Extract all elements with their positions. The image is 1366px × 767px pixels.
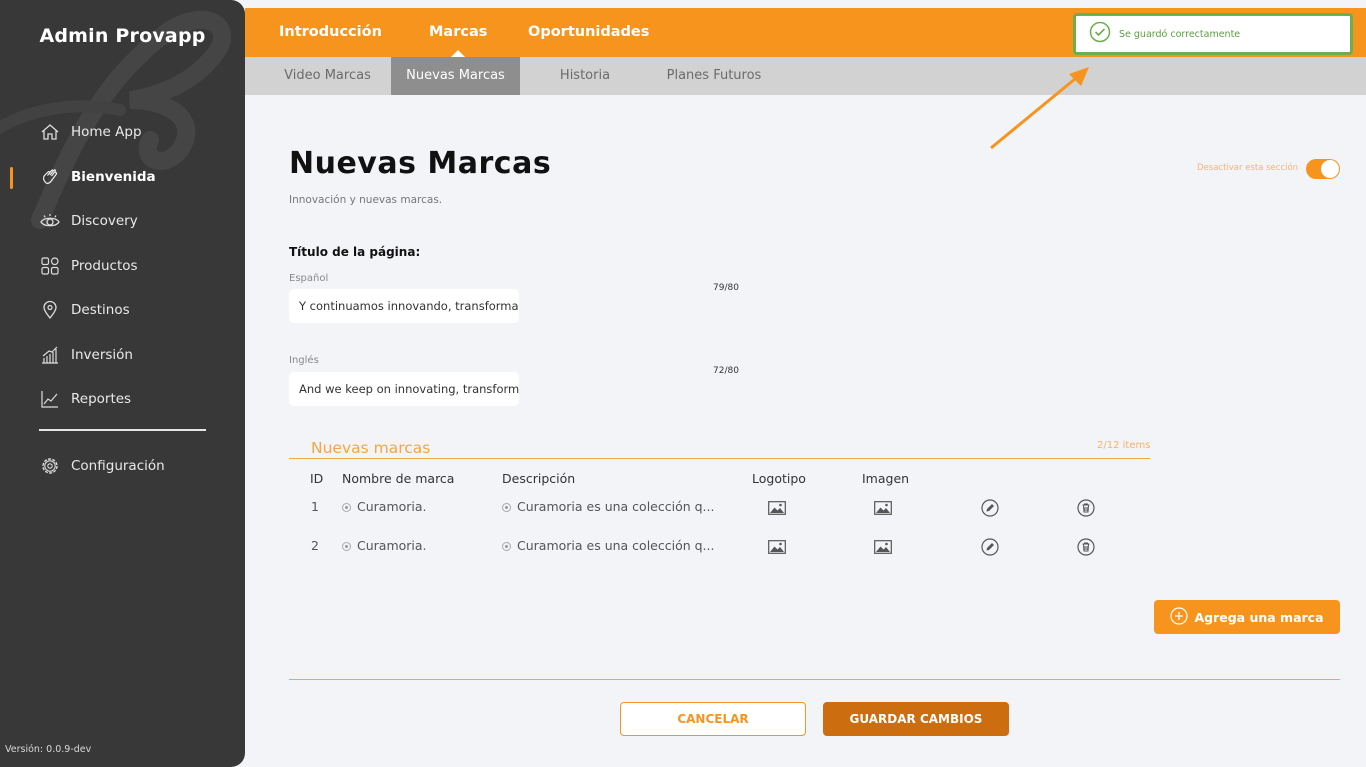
sidebar-item-configuracion[interactable]: Configuración	[0, 444, 245, 489]
toast-message: Se guardó correctamente	[1119, 28, 1241, 40]
sidebar: Admin Provapp Home App Bienvenida Discov…	[0, 0, 245, 767]
waving-hand-icon	[39, 166, 61, 188]
english-field-label: Inglés	[289, 355, 319, 366]
sidebar-item-reportes[interactable]: Reportes	[0, 377, 245, 422]
image-icon[interactable]	[872, 498, 894, 518]
row-description: Curamoria es una colección q...	[502, 499, 714, 514]
sidebar-nav: Home App Bienvenida Discovery Productos …	[0, 110, 245, 488]
bar-chart-icon	[39, 344, 61, 366]
edit-icon[interactable]	[979, 497, 1001, 519]
bullet-icon	[502, 503, 511, 512]
app-version: Versión: 0.0.9-dev	[5, 744, 92, 755]
delete-icon[interactable]	[1075, 536, 1097, 558]
toggle-knob	[1321, 160, 1339, 178]
edit-icon[interactable]	[979, 536, 1001, 558]
delete-icon[interactable]	[1075, 497, 1097, 519]
logo-image-icon[interactable]	[766, 498, 788, 518]
sidebar-item-label: Productos	[71, 257, 138, 274]
subtab-historia[interactable]: Historia	[545, 57, 625, 95]
sidebar-item-label: Configuración	[71, 457, 165, 474]
subtab-video-marcas[interactable]: Video Marcas	[275, 57, 380, 95]
subtab-nuevas-marcas[interactable]: Nuevas Marcas	[391, 57, 520, 95]
bullet-icon	[342, 503, 351, 512]
sidebar-item-label: Discovery	[71, 213, 138, 230]
bullet-icon	[502, 542, 511, 551]
save-button[interactable]: GUARDAR CAMBIOS	[823, 702, 1009, 736]
sidebar-item-bienvenida[interactable]: Bienvenida	[0, 155, 245, 200]
brands-divider	[289, 458, 1150, 459]
row-description: Curamoria es una colección q...	[502, 538, 714, 553]
column-header-image: Imagen	[862, 471, 910, 486]
column-header-logo: Logotipo	[752, 471, 806, 486]
sidebar-item-home-app[interactable]: Home App	[0, 110, 245, 155]
row-name: Curamoria.	[342, 499, 427, 514]
sidebar-item-inversion[interactable]: Inversión	[0, 333, 245, 378]
row-id: 2	[311, 538, 319, 553]
gear-icon	[39, 455, 61, 477]
spanish-field-label: Español	[289, 273, 329, 284]
footer-divider	[289, 679, 1340, 680]
page-subtitle: Innovación y nuevas marcas.	[289, 194, 443, 206]
sidebar-item-label: Destinos	[71, 302, 130, 319]
line-chart-icon	[39, 388, 61, 410]
row-id: 1	[311, 499, 319, 514]
sidebar-item-label: Home App	[71, 124, 142, 141]
home-icon	[39, 121, 61, 143]
section-toggle[interactable]	[1306, 159, 1340, 179]
column-header-name: Nombre de marca	[342, 471, 455, 486]
tab-introduccion[interactable]: Introducción	[279, 8, 382, 57]
section-toggle-label: Desactivar esta sección	[1197, 163, 1299, 173]
column-header-description: Descripción	[502, 471, 576, 486]
tab-oportunidades[interactable]: Oportunidades	[528, 8, 649, 57]
check-circle-icon	[1089, 21, 1111, 47]
add-brand-label: Agrega una marca	[1194, 609, 1324, 625]
row-name: Curamoria.	[342, 538, 427, 553]
logo-image-icon[interactable]	[766, 537, 788, 557]
annotation-arrow	[990, 67, 1089, 150]
sub-nav: Video Marcas Nuevas Marcas Historia Plan…	[245, 57, 1366, 95]
sidebar-item-label: Inversión	[71, 346, 133, 363]
sidebar-item-destinos[interactable]: Destinos	[0, 288, 245, 333]
spanish-char-counter: 79/80	[713, 283, 739, 293]
add-brand-button[interactable]: Agrega una marca	[1154, 600, 1340, 634]
page-title: Nuevas Marcas	[289, 146, 552, 181]
column-header-id: ID	[310, 471, 324, 486]
brands-section-title: Nuevas marcas	[311, 439, 431, 457]
english-char-counter: 72/80	[713, 366, 739, 376]
plus-circle-icon	[1170, 606, 1189, 628]
page-title-section-label: Título de la página:	[289, 245, 421, 259]
grid-shapes-icon	[39, 255, 61, 277]
app-brand: Admin Provapp	[39, 25, 206, 47]
location-pin-icon	[39, 299, 61, 321]
english-title-input[interactable]: And we keep on innovating, transformi	[289, 372, 519, 406]
subtab-planes-futuros[interactable]: Planes Futuros	[655, 57, 773, 95]
bullet-icon	[342, 542, 351, 551]
sidebar-item-discovery[interactable]: Discovery	[0, 199, 245, 244]
success-toast: Se guardó correctamente	[1073, 13, 1353, 55]
sidebar-item-productos[interactable]: Productos	[0, 244, 245, 289]
spanish-title-input[interactable]: Y continuamos innovando, transformar	[289, 289, 519, 323]
cancel-button[interactable]: CANCELAR	[620, 702, 806, 736]
image-icon[interactable]	[872, 537, 894, 557]
sidebar-divider	[39, 428, 206, 431]
eye-icon	[39, 210, 61, 232]
tab-marcas[interactable]: Marcas	[429, 8, 487, 57]
sidebar-item-label: Bienvenida	[71, 168, 156, 185]
brands-item-count: 2/12 items	[1097, 440, 1151, 451]
sidebar-item-label: Reportes	[71, 391, 132, 408]
